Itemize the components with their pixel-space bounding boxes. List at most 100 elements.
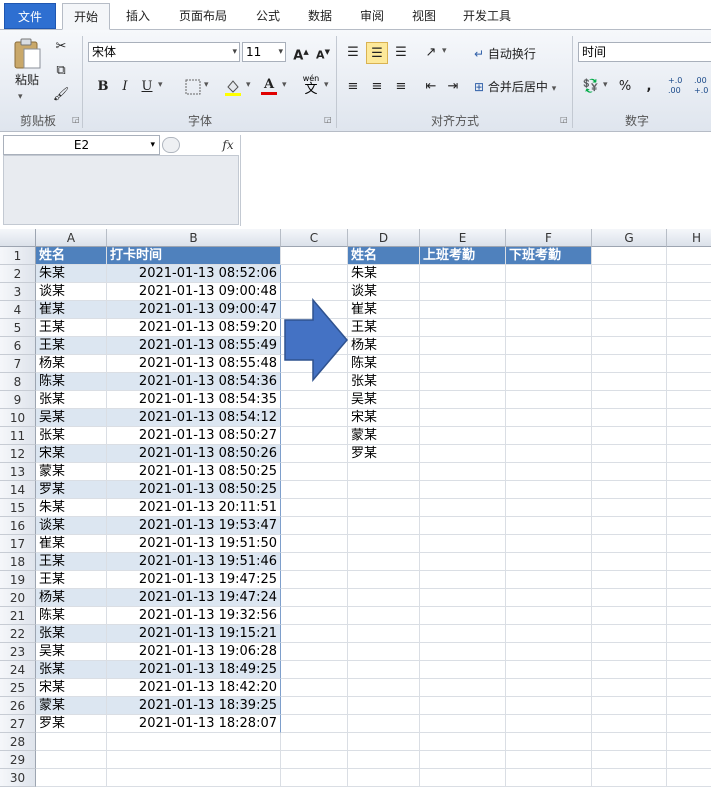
increase-decimal-button[interactable]: +.0 .00 (668, 76, 692, 100)
row-header-7[interactable]: 7 (0, 355, 36, 373)
tab-review[interactable]: 审阅 (350, 3, 394, 30)
row-header-15[interactable]: 15 (0, 499, 36, 517)
cell[interactable] (667, 481, 711, 499)
cell[interactable] (506, 625, 592, 643)
cell[interactable] (281, 499, 348, 517)
cell[interactable] (506, 283, 592, 301)
cell[interactable] (281, 733, 348, 751)
cell[interactable] (592, 409, 667, 427)
cell[interactable] (107, 733, 281, 751)
name-cell[interactable]: 宋某 (348, 409, 420, 427)
cell[interactable] (506, 535, 592, 553)
cell[interactable] (420, 409, 506, 427)
punch-time-cell[interactable]: 2021-01-13 08:50:27 (107, 427, 281, 445)
cell[interactable] (281, 247, 348, 265)
font-name-select[interactable]: 宋体 ▾ (88, 42, 240, 62)
cell[interactable] (667, 499, 711, 517)
cell[interactable] (281, 625, 348, 643)
punch-time-cell[interactable]: 2021-01-13 19:15:21 (107, 625, 281, 643)
align-top-icon[interactable]: ☰ (342, 42, 364, 64)
cell[interactable] (420, 535, 506, 553)
name-cell[interactable]: 朱某 (36, 499, 107, 517)
table-header-cell[interactable]: 上班考勤 (420, 247, 506, 265)
cell[interactable] (667, 697, 711, 715)
table-header-cell[interactable]: 打卡时间 (107, 247, 281, 265)
cell[interactable] (667, 463, 711, 481)
cell[interactable] (667, 319, 711, 337)
name-cell[interactable]: 王某 (36, 553, 107, 571)
cell[interactable] (506, 427, 592, 445)
cell[interactable] (420, 589, 506, 607)
row-header-20[interactable]: 20 (0, 589, 36, 607)
punch-time-cell[interactable]: 2021-01-13 09:00:47 (107, 301, 281, 319)
cell[interactable] (592, 751, 667, 769)
cell[interactable] (348, 607, 420, 625)
cell[interactable] (36, 769, 107, 787)
cell[interactable] (420, 697, 506, 715)
punch-time-cell[interactable]: 2021-01-13 19:47:24 (107, 589, 281, 607)
column-header-g[interactable]: G (592, 229, 667, 247)
cell[interactable] (420, 373, 506, 391)
cell[interactable] (667, 427, 711, 445)
cell[interactable] (592, 391, 667, 409)
cell[interactable] (506, 715, 592, 733)
name-cell[interactable]: 杨某 (36, 355, 107, 373)
cell[interactable] (281, 463, 348, 481)
cell[interactable] (667, 337, 711, 355)
name-cell[interactable]: 谈某 (348, 283, 420, 301)
cell[interactable] (420, 319, 506, 337)
cell[interactable] (506, 445, 592, 463)
cell[interactable] (506, 571, 592, 589)
cell[interactable] (281, 553, 348, 571)
row-header-14[interactable]: 14 (0, 481, 36, 499)
cell[interactable] (592, 355, 667, 373)
number-format-select[interactable]: 时间 (578, 42, 711, 62)
align-left-icon[interactable]: ≡ (342, 76, 364, 98)
cell[interactable] (667, 769, 711, 787)
name-cell[interactable]: 王某 (348, 319, 420, 337)
cell[interactable] (667, 409, 711, 427)
cell[interactable] (107, 751, 281, 769)
cell[interactable] (348, 463, 420, 481)
cell[interactable] (667, 607, 711, 625)
cell[interactable] (592, 571, 667, 589)
cell[interactable] (420, 625, 506, 643)
punch-time-cell[interactable]: 2021-01-13 08:55:49 (107, 337, 281, 355)
cell[interactable] (592, 337, 667, 355)
cell[interactable] (667, 589, 711, 607)
row-header-22[interactable]: 22 (0, 625, 36, 643)
cell[interactable] (348, 499, 420, 517)
merge-center-button[interactable]: ⊞ 合并后居中 ▾ (474, 78, 556, 96)
cell[interactable] (506, 517, 592, 535)
row-header-26[interactable]: 26 (0, 697, 36, 715)
cell[interactable] (420, 715, 506, 733)
cell[interactable] (592, 499, 667, 517)
tab-developer[interactable]: 开发工具 (454, 3, 520, 30)
italic-button[interactable]: I (114, 76, 136, 98)
name-cell[interactable]: 谈某 (36, 517, 107, 535)
alignment-launcher-icon[interactable]: ◲ (560, 115, 568, 124)
punch-time-cell[interactable]: 2021-01-13 20:11:51 (107, 499, 281, 517)
cell[interactable] (506, 301, 592, 319)
cell[interactable] (592, 265, 667, 283)
tab-page-layout[interactable]: 页面布局 (170, 3, 236, 30)
cell[interactable] (592, 733, 667, 751)
cell[interactable] (592, 427, 667, 445)
column-header-e[interactable]: E (420, 229, 506, 247)
row-header-2[interactable]: 2 (0, 265, 36, 283)
chevron-down-icon[interactable]: ▾ (158, 80, 163, 90)
cell[interactable] (506, 679, 592, 697)
cell[interactable] (667, 391, 711, 409)
row-header-17[interactable]: 17 (0, 535, 36, 553)
cell[interactable] (420, 481, 506, 499)
name-cell[interactable]: 陈某 (36, 607, 107, 625)
cell[interactable] (420, 571, 506, 589)
cell[interactable] (348, 517, 420, 535)
cell[interactable] (420, 337, 506, 355)
cell[interactable] (592, 319, 667, 337)
cell[interactable] (348, 769, 420, 787)
cell[interactable] (592, 445, 667, 463)
cell[interactable] (36, 733, 107, 751)
cell[interactable] (592, 553, 667, 571)
cell[interactable] (506, 319, 592, 337)
